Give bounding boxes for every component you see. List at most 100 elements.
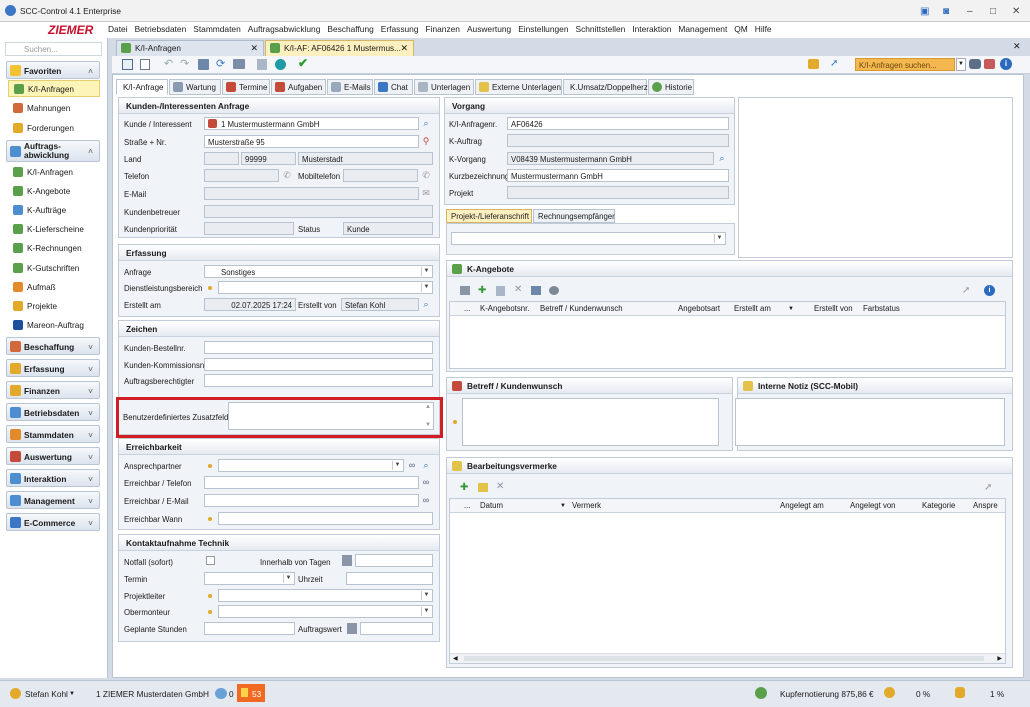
horizontal-scrollbar[interactable]: ◀ ▶: [450, 653, 1005, 663]
binoculars-icon[interactable]: ∞: [419, 476, 433, 489]
sidebar-search-input[interactable]: Suchen...: [5, 42, 102, 56]
maximize-button[interactable]: □: [990, 6, 996, 17]
close-button[interactable]: ✕: [1012, 6, 1020, 17]
addrtab-projekt[interactable]: Projekt-/Lieferanschrift: [446, 209, 532, 223]
menu-interaktion[interactable]: Interaktion: [632, 24, 671, 34]
toolbar-search-input[interactable]: K/I-Anfragen suchen...: [855, 58, 955, 71]
col-betreff[interactable]: Betreff / Kundenwunsch: [540, 304, 623, 313]
eraser-icon[interactable]: [984, 59, 995, 69]
status-field[interactable]: Kunde: [343, 222, 433, 235]
anfrage-select[interactable]: Sonstiges ▼: [204, 265, 433, 278]
undo-icon[interactable]: ↶: [164, 57, 173, 70]
search-customer-icon[interactable]: ⌕: [419, 117, 433, 130]
info-icon[interactable]: i: [1000, 58, 1012, 70]
close-icon[interactable]: ✕: [250, 43, 258, 54]
col-ansprech[interactable]: Anspre: [973, 501, 998, 510]
sidebar-item-k-gutschriften[interactable]: K-Gutschriften: [8, 260, 100, 277]
pin-icon[interactable]: ➚: [830, 58, 838, 69]
tab-wartung[interactable]: Wartung: [169, 79, 221, 95]
pin-icon[interactable]: ➚: [962, 285, 970, 296]
calculator-icon[interactable]: [347, 623, 357, 634]
obermonteur-select[interactable]: ▼: [218, 605, 433, 618]
mobil-field[interactable]: [343, 169, 418, 182]
pin-icon[interactable]: ➚: [984, 482, 992, 493]
scroll-left-icon[interactable]: ◀: [453, 655, 458, 662]
print-icon[interactable]: [531, 286, 541, 295]
tools-icon[interactable]: [808, 59, 819, 69]
plz-field[interactable]: 99999: [241, 152, 296, 165]
col-handle[interactable]: ...: [464, 304, 471, 313]
sidebar-item-ki-anfragen[interactable]: K/I-Anfragen: [8, 164, 100, 181]
sidebar-item-forderungen[interactable]: Forderungen: [8, 120, 100, 137]
col-erstellt-von[interactable]: Erstellt von: [814, 304, 853, 313]
tab-k-umsatz[interactable]: K.Umsatz/Doppelherz: [563, 79, 648, 95]
address-select[interactable]: ▼: [451, 232, 726, 245]
tab-aufgaben[interactable]: Aufgaben: [271, 79, 326, 95]
col-datum[interactable]: Datum: [480, 501, 503, 510]
copy-icon[interactable]: [496, 286, 505, 296]
stunden-field[interactable]: [204, 622, 295, 635]
menu-stammdaten[interactable]: Stammdaten: [193, 24, 240, 34]
status-user[interactable]: Stefan Kohl: [25, 689, 68, 699]
menu-hilfe[interactable]: Hilfe: [755, 24, 772, 34]
mobile-phone-icon[interactable]: ✆: [419, 169, 433, 182]
print-icon[interactable]: [233, 59, 245, 69]
sidebar-item-k-auftraege[interactable]: K-Aufträge: [8, 202, 100, 219]
tab-chat[interactable]: Chat: [374, 79, 413, 95]
k-vorgang-field[interactable]: V08439 Mustermustermann GmbH: [507, 152, 714, 165]
ort-field[interactable]: Musterstadt: [298, 152, 433, 165]
close-all-icon[interactable]: ✕: [1013, 41, 1021, 52]
menu-beschaffung[interactable]: Beschaffung: [327, 24, 373, 34]
col-angebotsnr[interactable]: K-Angebotsnr.: [480, 304, 529, 313]
sidebar-item-projekte[interactable]: Projekte: [8, 298, 100, 315]
land-field[interactable]: [204, 152, 239, 165]
tab-unterlagen[interactable]: Unterlagen: [414, 79, 474, 95]
sidebar-group-betriebsdaten[interactable]: Betriebsdaten ˅: [6, 403, 100, 421]
user-dropdown-icon[interactable]: ▼: [69, 691, 75, 697]
kurzbezeichnung-field[interactable]: Mustermustermann GmbH: [507, 169, 729, 182]
info-icon[interactable]: i: [984, 285, 995, 296]
dienst-select[interactable]: ▼: [218, 281, 433, 294]
refresh-icon[interactable]: ⟳: [216, 57, 225, 70]
ansprechpartner-select[interactable]: ▼: [218, 459, 404, 472]
notifications-icon[interactable]: ▣: [920, 6, 929, 17]
k-auftrag-field[interactable]: [507, 134, 729, 147]
termin-date-field[interactable]: ▼: [204, 572, 295, 585]
map-pin-icon[interactable]: ⚲: [419, 135, 433, 148]
prio-field[interactable]: [204, 222, 294, 235]
close-icon[interactable]: ✕: [400, 43, 408, 54]
sidebar-item-mareon-auftrag[interactable]: Mareon-Auftrag: [8, 317, 100, 334]
menu-auswertung[interactable]: Auswertung: [467, 24, 511, 34]
sidebar-item-ki-anfragen-fav[interactable]: K/I-Anfragen: [8, 80, 100, 97]
redo-icon[interactable]: ↷: [180, 57, 189, 70]
auftragswert-field[interactable]: [360, 622, 433, 635]
tab-ki-anfrage[interactable]: K/I-Anfrage: [116, 79, 168, 95]
col-farbstatus[interactable]: Farbstatus: [863, 304, 900, 313]
erreichbar-wann-field[interactable]: [218, 512, 433, 525]
menu-schnittstellen[interactable]: Schnittstellen: [575, 24, 625, 34]
anfragenr-field[interactable]: AF06426: [507, 117, 729, 130]
menu-betriebsdaten[interactable]: Betriebsdaten: [135, 24, 187, 34]
grid-icon[interactable]: [460, 286, 470, 295]
add-folder-icon[interactable]: [478, 483, 488, 492]
auftragsberechtigter-field[interactable]: [204, 374, 433, 387]
sidebar-group-interaktion[interactable]: Interaktion ˅: [6, 469, 100, 487]
notiz-textarea[interactable]: [735, 398, 1005, 446]
sidebar-item-k-rechnungen[interactable]: K-Rechnungen: [8, 240, 100, 257]
sidebar-item-mahnungen[interactable]: Mahnungen: [8, 100, 100, 117]
phone-icon[interactable]: ✆: [280, 169, 294, 182]
sidebar-group-ecommerce[interactable]: E-Commerce ˅: [6, 513, 100, 531]
sidebar-item-k-angebote[interactable]: K-Angebote: [8, 183, 100, 200]
search-dropdown-icon[interactable]: ▼: [956, 58, 966, 71]
sidebar-group-management[interactable]: Management ˅: [6, 491, 100, 509]
col-angelegt-am[interactable]: Angelegt am: [780, 501, 824, 510]
innerhalb-field[interactable]: [355, 554, 433, 567]
binoculars-icon[interactable]: ∞: [405, 459, 419, 472]
col-erstellt-am[interactable]: Erstellt am: [734, 304, 771, 313]
kunde-field[interactable]: 1 Mustermustermann GmbH: [204, 117, 419, 130]
list-icon[interactable]: [122, 59, 133, 70]
erstellt-field[interactable]: 02.07.2025 17:24: [204, 298, 296, 311]
menu-einstellungen[interactable]: Einstellungen: [518, 24, 568, 34]
menu-auftragsabwicklung[interactable]: Auftragsabwicklung: [248, 24, 321, 34]
globe-icon[interactable]: [275, 59, 286, 70]
